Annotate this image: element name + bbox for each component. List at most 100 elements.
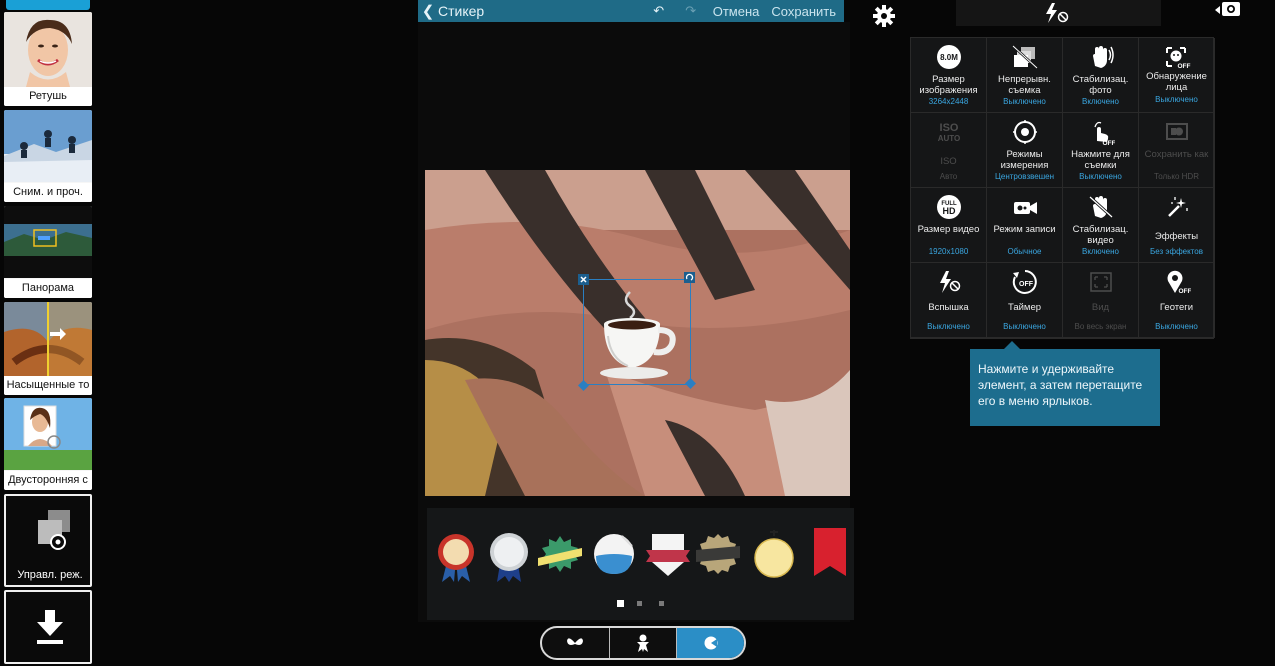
pager-dot — [637, 601, 642, 606]
hand-stabilization-icon — [1093, 46, 1114, 68]
setting-effects[interactable]: Эффекты Без эффектов — [1139, 188, 1215, 263]
blue-circle-sticker[interactable] — [592, 528, 636, 584]
setting-value: 1920x1080 — [928, 247, 969, 256]
setting-name: Таймер — [1007, 302, 1042, 313]
svg-text:8.0M: 8.0M — [940, 53, 958, 62]
editor-title[interactable]: Стикер — [438, 3, 484, 19]
full-hd-icon: FULL HD — [937, 195, 961, 219]
mode-label: Ретушь — [4, 87, 92, 106]
settings-grid: 8.0M Размер изображения 3264x2448 Непрер… — [910, 37, 1215, 339]
setting-name: Стабилизац. фото — [1072, 74, 1129, 96]
cancel-button[interactable]: Отмена — [713, 4, 760, 19]
mode-manage-modes[interactable]: Управл. реж. — [4, 494, 92, 587]
setting-recording-mode[interactable]: Режим записи Обычное — [987, 188, 1063, 263]
coffee-cup-sticker[interactable] — [594, 288, 686, 383]
setting-name: Вспышка — [928, 302, 969, 313]
silver-badge-sticker[interactable] — [487, 528, 531, 584]
shield-banner-sticker[interactable] — [646, 528, 690, 584]
setting-view: Вид Во весь экран — [1063, 263, 1139, 338]
burst-shot-icon — [1012, 45, 1038, 69]
resize-handle-right[interactable] — [685, 378, 696, 389]
red-bookmark-sticker[interactable] — [808, 528, 852, 584]
pager-dot-active — [617, 600, 624, 607]
iso-auto-icon: ISO AUTO — [938, 122, 961, 143]
setting-name: Геотеги — [1159, 302, 1194, 313]
sticker-category-tabs — [540, 626, 746, 660]
setting-value: Выключено — [927, 322, 970, 331]
setting-flash[interactable]: Вспышка Выключено — [911, 263, 987, 338]
manage-modes-icon — [38, 510, 70, 550]
panorama-thumbnail — [4, 206, 92, 278]
yellow-circle-sticker[interactable] — [752, 528, 796, 584]
setting-video-size[interactable]: FULL HD Размер видео 1920x1080 — [911, 188, 987, 263]
setting-value: Центровзвешен — [994, 172, 1055, 181]
setting-name: Размер изображения — [919, 74, 978, 96]
save-as-hdr-icon — [1166, 123, 1188, 140]
setting-picture-stabilization[interactable]: Стабилизац. фото Включено — [1063, 38, 1139, 113]
mode-download[interactable] — [4, 590, 92, 664]
setting-name: ISO — [940, 156, 957, 167]
setting-name: Стабилизац. видео — [1072, 224, 1129, 246]
redo-icon[interactable]: ↷ — [675, 3, 707, 19]
setting-name: Размер видео — [917, 224, 980, 235]
camera-switch-icon[interactable] — [1214, 0, 1244, 20]
tab-frames[interactable] — [542, 628, 610, 658]
mode-panorama[interactable]: Панорама — [4, 206, 92, 298]
mode-beauty-face[interactable]: Ретушь — [4, 12, 92, 106]
shortcut-hint-tooltip: Нажмите и удерживайте элемент, а затем п… — [970, 349, 1160, 426]
geotag-off-icon: OFF — [1167, 270, 1191, 295]
tab-figures[interactable] — [610, 628, 678, 658]
delete-sticker-handle[interactable] — [578, 274, 589, 285]
sticker-icon — [704, 636, 718, 650]
resize-handle-left[interactable] — [578, 380, 589, 391]
viewfinder-icon — [1090, 272, 1112, 292]
setting-value: Выключено — [1079, 172, 1122, 181]
setting-name: Эффекты — [1154, 231, 1199, 242]
tab-stickers[interactable] — [677, 628, 744, 658]
mode-dual-camera[interactable]: Двусторонняя с — [4, 398, 92, 490]
green-burst-sticker[interactable] — [538, 528, 582, 584]
setting-value: Включено — [1082, 247, 1119, 256]
mode-rich-tone[interactable]: Насыщенные то — [4, 302, 92, 395]
setting-geotagging[interactable]: OFF Геотеги Выключено — [1139, 263, 1215, 338]
gear-icon[interactable] — [872, 4, 896, 28]
svg-text:ISO: ISO — [940, 122, 959, 134]
setting-value: Обычное — [1007, 247, 1042, 256]
setting-burst-shot[interactable]: Непрерывн. съемка Выключено — [987, 38, 1063, 113]
svg-text:OFF: OFF — [1019, 281, 1034, 288]
gold-seal-sticker[interactable] — [696, 528, 740, 584]
setting-value: 3264x2448 — [928, 97, 969, 106]
mode-shot-and-more[interactable]: Сним. и проч. — [4, 110, 92, 202]
setting-face-detection[interactable]: OFF Обнаружение лица Выключено — [1139, 38, 1215, 113]
save-button[interactable]: Сохранить — [771, 4, 836, 19]
dual-camera-thumbnail — [4, 398, 92, 470]
tap-to-shoot-off-icon: OFF — [1094, 121, 1116, 145]
setting-value: Выключено — [1155, 95, 1198, 104]
setting-video-stabilization[interactable]: Стабилизац. видео Включено — [1063, 188, 1139, 263]
flash-off-icon[interactable] — [1042, 2, 1072, 24]
setting-name: Непрерывн. съемка — [998, 74, 1051, 96]
setting-name: Режим записи — [993, 224, 1056, 235]
rich-tone-thumbnail — [4, 302, 92, 376]
8m-resolution-icon: 8.0M — [937, 45, 961, 69]
setting-picture-size[interactable]: 8.0M Размер изображения 3264x2448 — [911, 38, 987, 113]
ribbon-badge-sticker[interactable] — [434, 528, 478, 584]
setting-metering-modes[interactable]: Режимы измерения Центровзвешен — [987, 113, 1063, 188]
shot-and-more-thumbnail — [4, 110, 92, 182]
flash-off-icon — [940, 271, 961, 293]
setting-value: Без эффектов — [1150, 247, 1203, 256]
svg-text:AUTO: AUTO — [938, 134, 961, 143]
setting-value: Авто — [939, 172, 958, 181]
setting-tap-to-take-pics[interactable]: OFF Нажмите для съемки Выключено — [1063, 113, 1139, 188]
setting-value: Включено — [1082, 97, 1119, 106]
undo-icon[interactable]: ↶ — [643, 3, 675, 19]
face-detection-off-icon: OFF — [1166, 47, 1191, 70]
chevron-left-icon[interactable]: ❮ — [418, 2, 438, 20]
beauty-face-thumbnail — [4, 12, 92, 87]
video-stabilization-off-icon — [1088, 195, 1114, 219]
svg-text:OFF: OFF — [1103, 140, 1116, 145]
setting-timer[interactable]: OFF Таймер Выключено — [987, 263, 1063, 338]
rotate-sticker-handle[interactable] — [684, 272, 695, 283]
setting-value: Выключено — [1003, 322, 1046, 331]
pager-dot — [659, 601, 664, 606]
